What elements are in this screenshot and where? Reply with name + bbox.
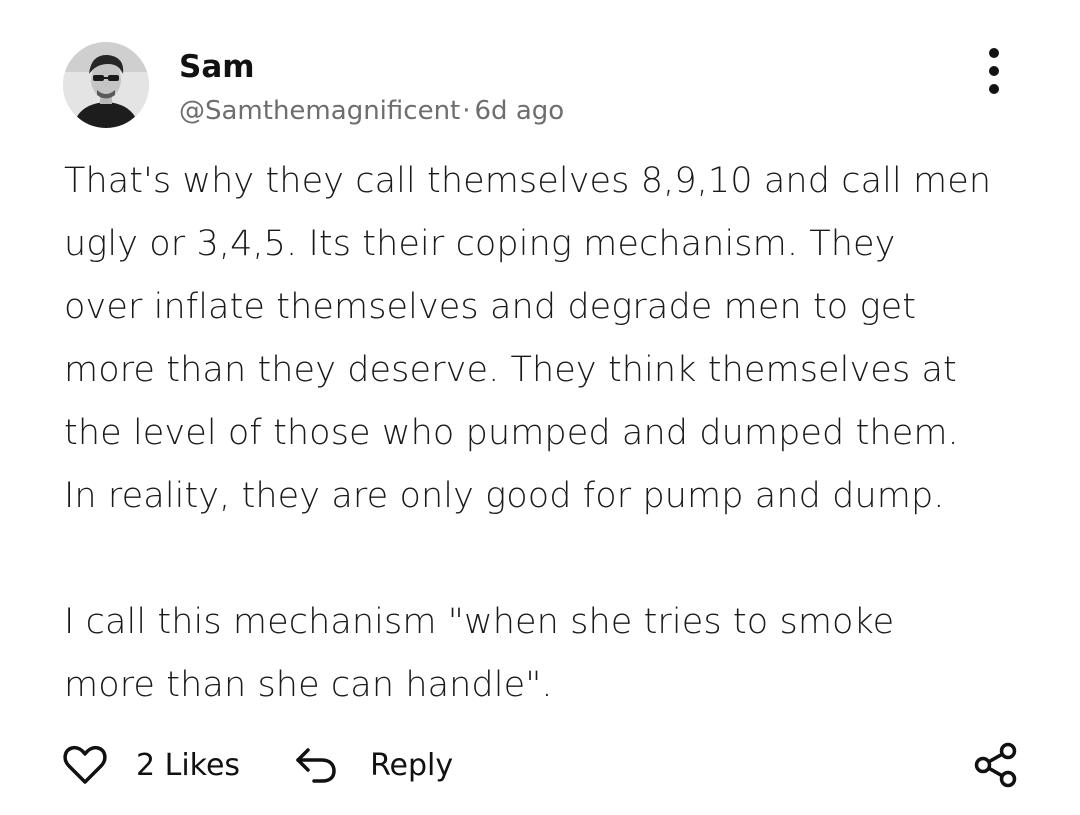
comment-line: more than she can handle". — [64, 665, 553, 705]
avatar-image — [63, 42, 149, 128]
more-vertical-icon-dot — [989, 66, 999, 76]
comment-line: ugly or 3,4,5. Its their coping mechanis… — [64, 224, 896, 264]
likes-count: 2 Likes — [136, 747, 241, 783]
comment-line: In reality, they are only good for pump … — [64, 476, 945, 516]
action-bar: 2 Likes Reply — [62, 740, 453, 790]
author-meta: @Samthemagnificent· 6d ago — [179, 94, 564, 128]
comment-body: That's why they call themselves 8,9,10 a… — [64, 150, 1054, 717]
more-vertical-icon — [989, 48, 999, 58]
meta-separator: · — [462, 96, 471, 126]
like-button[interactable]: 2 Likes — [62, 744, 240, 786]
author-handle[interactable]: @Samthemagnificent — [179, 96, 460, 126]
comment-line: I call this mechanism "when she tries to… — [64, 602, 895, 642]
comment-line: more than they deserve. They think thems… — [64, 350, 957, 390]
author-name[interactable]: Sam — [179, 48, 255, 86]
reply-arrow-icon — [294, 746, 338, 784]
more-vertical-icon-dot — [989, 84, 999, 94]
comment-line: the level of those who pumped and dumped… — [64, 413, 959, 453]
share-button[interactable] — [972, 741, 1020, 789]
post-timestamp: 6d ago — [474, 96, 565, 126]
reply-label: Reply — [370, 747, 454, 783]
share-icon — [974, 742, 1017, 788]
comment-line: That's why they call themselves 8,9,10 a… — [64, 161, 992, 201]
avatar[interactable] — [63, 42, 149, 128]
reply-button[interactable]: Reply — [294, 746, 453, 784]
more-options-button[interactable] — [972, 46, 1016, 96]
comment-line: over inflate themselves and degrade men … — [64, 287, 917, 327]
heart-icon — [62, 744, 108, 786]
